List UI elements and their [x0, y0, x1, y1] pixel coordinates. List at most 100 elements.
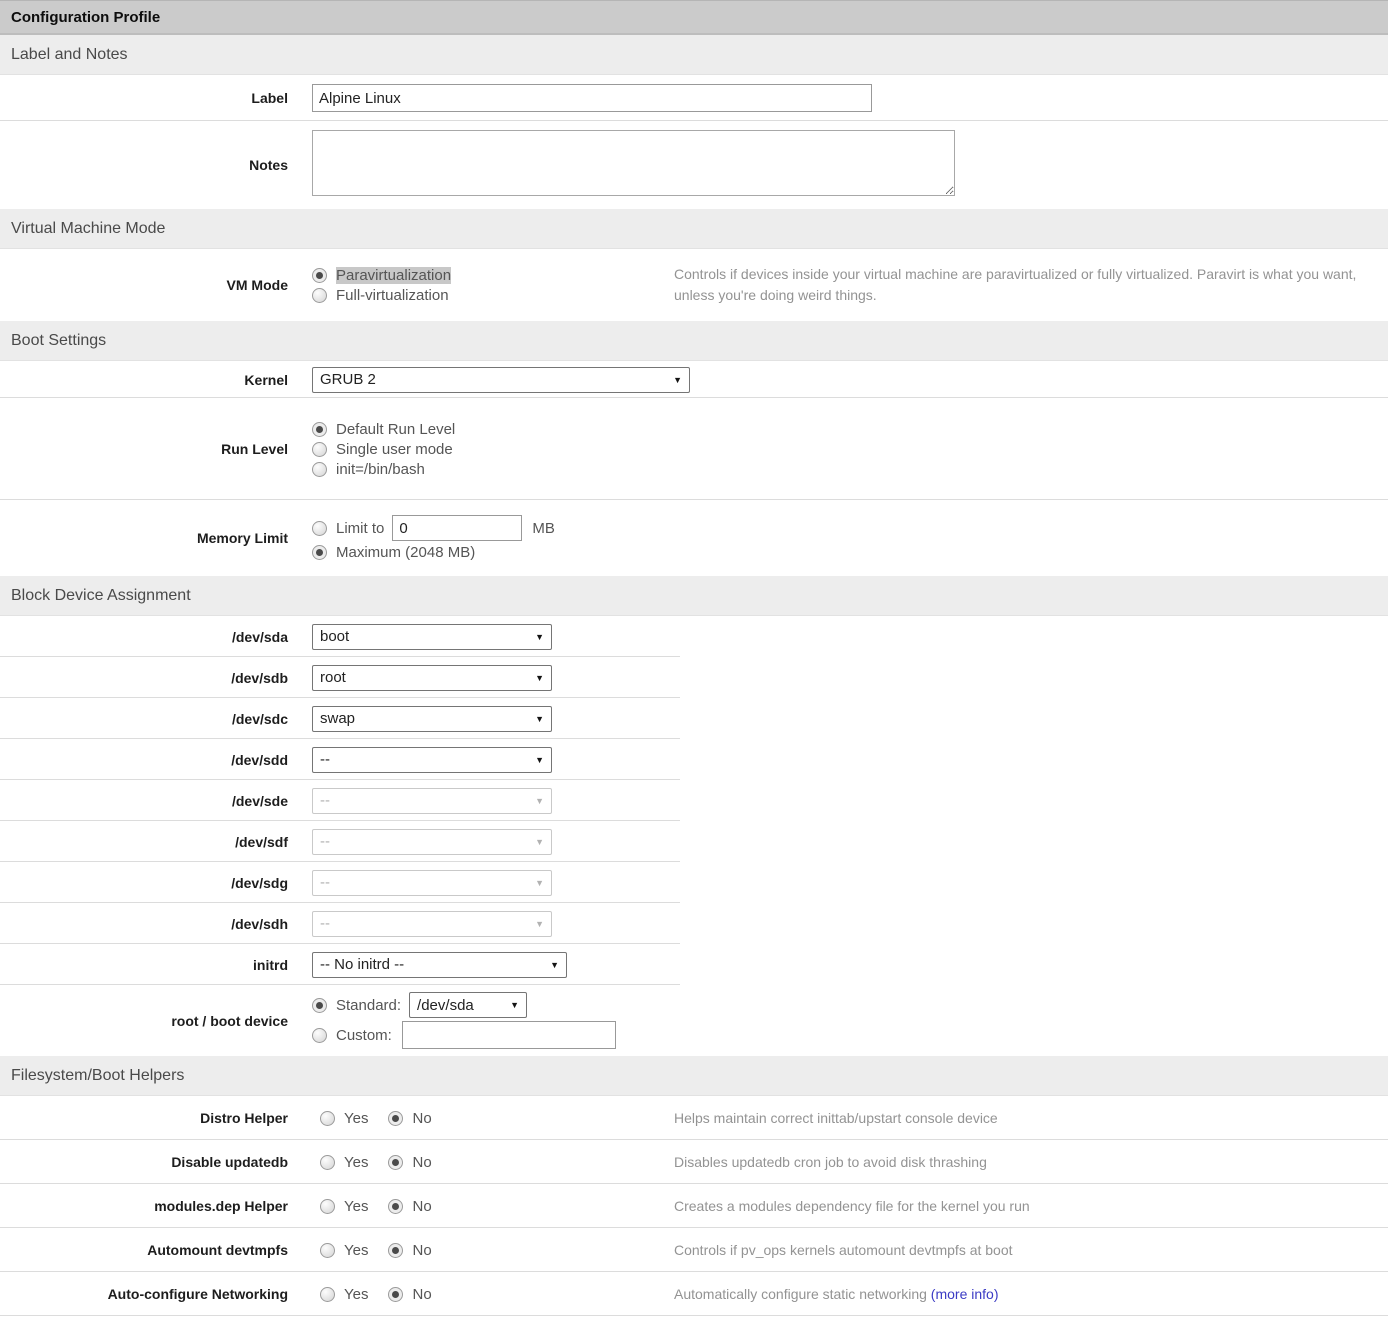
run-level-row: Run Level Default Run Level Single user …	[0, 398, 1388, 500]
dev-sdd-select-value: --	[320, 751, 330, 768]
dev-sde-select-value: --	[320, 792, 330, 809]
chevron-down-icon: ▼	[510, 1000, 519, 1010]
auto-configure-networking-row: Auto-configure Networking Yes No Automat…	[0, 1272, 1388, 1316]
device-label: /dev/sda	[0, 629, 300, 645]
standard-device-radio[interactable]	[312, 998, 327, 1013]
full-virtualization-radio-label[interactable]: Full-virtualization	[336, 287, 449, 304]
single-user-mode-radio-label[interactable]: Single user mode	[336, 441, 453, 458]
device-row-sde: /dev/sde -- ▼	[0, 780, 1388, 821]
section-title: Filesystem/Boot Helpers	[11, 1067, 184, 1085]
auto-networking-no-label[interactable]: No	[412, 1286, 431, 1303]
automount-devtmpfs-no-label[interactable]: No	[412, 1242, 431, 1259]
limit-to-radio[interactable]	[312, 521, 327, 536]
dev-sdg-select: -- ▼	[312, 870, 552, 896]
auto-networking-yes-radio[interactable]	[320, 1287, 335, 1302]
automount-devtmpfs-row: Automount devtmpfs Yes No Controls if pv…	[0, 1228, 1388, 1272]
dev-sdb-select[interactable]: root ▼	[312, 665, 552, 691]
dev-sdg-select-value: --	[320, 874, 330, 891]
chevron-down-icon: ▼	[550, 960, 559, 970]
modules-dep-no-label[interactable]: No	[412, 1198, 431, 1215]
automount-devtmpfs-yes-label[interactable]: Yes	[344, 1242, 368, 1259]
section-title: Label and Notes	[11, 46, 128, 64]
device-label: /dev/sdc	[0, 711, 300, 727]
kernel-select[interactable]: GRUB 2 ▼	[312, 367, 690, 393]
distro-helper-yes-label[interactable]: Yes	[344, 1110, 368, 1127]
dev-sde-select: -- ▼	[312, 788, 552, 814]
distro-helper-no-label[interactable]: No	[412, 1110, 431, 1127]
dev-sdd-select[interactable]: -- ▼	[312, 747, 552, 773]
distro-helper-row: Distro Helper Yes No Helps maintain corr…	[0, 1096, 1388, 1140]
paravirtualization-radio-label[interactable]: Paravirtualization	[336, 267, 451, 284]
dev-sda-select[interactable]: boot ▼	[312, 624, 552, 650]
default-run-level-radio[interactable]	[312, 422, 327, 437]
page-title: Configuration Profile	[11, 9, 160, 26]
limit-to-radio-label[interactable]: Limit to	[336, 520, 384, 537]
chevron-down-icon: ▼	[535, 755, 544, 765]
disable-updatedb-no-radio[interactable]	[388, 1155, 403, 1170]
init-bin-bash-radio-label[interactable]: init=/bin/bash	[336, 461, 425, 478]
auto-networking-yes-label[interactable]: Yes	[344, 1286, 368, 1303]
section-header-label-notes: Label and Notes	[0, 35, 1388, 75]
full-virtualization-radio[interactable]	[312, 288, 327, 303]
default-run-level-radio-label[interactable]: Default Run Level	[336, 421, 455, 438]
dev-sdc-select[interactable]: swap ▼	[312, 706, 552, 732]
dev-sdc-select-value: swap	[320, 710, 355, 727]
custom-device-input[interactable]	[402, 1021, 616, 1049]
automount-devtmpfs-yes-radio[interactable]	[320, 1243, 335, 1258]
label-row: Label	[0, 75, 1388, 121]
device-row-sdb: /dev/sdb root ▼	[0, 657, 1388, 698]
modules-dep-helper-label: modules.dep Helper	[0, 1198, 300, 1214]
page-title-bar: Configuration Profile	[0, 0, 1388, 35]
maximum-memory-radio-label[interactable]: Maximum (2048 MB)	[336, 544, 475, 561]
chevron-down-icon: ▼	[535, 673, 544, 683]
dev-sdh-select-value: --	[320, 915, 330, 932]
distro-helper-label: Distro Helper	[0, 1110, 300, 1126]
maximum-memory-radio[interactable]	[312, 545, 327, 560]
notes-textarea[interactable]	[312, 130, 955, 196]
initrd-select[interactable]: -- No initrd -- ▼	[312, 952, 567, 978]
initrd-row: initrd -- No initrd -- ▼	[0, 944, 1388, 985]
disable-updatedb-yes-radio[interactable]	[320, 1155, 335, 1170]
standard-device-select[interactable]: /dev/sda ▼	[409, 992, 527, 1018]
single-user-mode-radio[interactable]	[312, 442, 327, 457]
section-header-vm-mode: Virtual Machine Mode	[0, 209, 1388, 249]
section-title: Virtual Machine Mode	[11, 220, 165, 238]
label-field-label: Label	[0, 90, 300, 106]
custom-device-radio-label[interactable]: Custom:	[336, 1027, 392, 1044]
modules-dep-helper-row: modules.dep Helper Yes No Creates a modu…	[0, 1184, 1388, 1228]
chevron-down-icon: ▼	[535, 919, 544, 929]
chevron-down-icon: ▼	[673, 375, 682, 385]
auto-networking-help-text: Automatically configure static networkin…	[674, 1284, 1388, 1305]
standard-device-radio-label[interactable]: Standard:	[336, 997, 401, 1014]
label-input[interactable]	[312, 84, 872, 112]
distro-helper-no-radio[interactable]	[388, 1111, 403, 1126]
dev-sda-select-value: boot	[320, 628, 349, 645]
automount-devtmpfs-no-radio[interactable]	[388, 1243, 403, 1258]
auto-networking-no-radio[interactable]	[388, 1287, 403, 1302]
automount-devtmpfs-help-text: Controls if pv_ops kernels automount dev…	[674, 1240, 1388, 1261]
modules-dep-yes-label[interactable]: Yes	[344, 1198, 368, 1215]
section-header-boot-settings: Boot Settings	[0, 321, 1388, 361]
custom-device-radio[interactable]	[312, 1028, 327, 1043]
kernel-row: Kernel GRUB 2 ▼	[0, 361, 1388, 398]
modules-dep-no-radio[interactable]	[388, 1199, 403, 1214]
memory-limit-row: Memory Limit Limit to MB Maximum (2048 M…	[0, 500, 1388, 576]
memory-limit-input[interactable]	[392, 515, 522, 541]
modules-dep-help-text: Creates a modules dependency file for th…	[674, 1196, 1388, 1217]
init-bin-bash-radio[interactable]	[312, 462, 327, 477]
disable-updatedb-yes-label[interactable]: Yes	[344, 1154, 368, 1171]
bottom-whitespace	[0, 1316, 1388, 1335]
device-label: /dev/sde	[0, 793, 300, 809]
paravirtualization-radio[interactable]	[312, 268, 327, 283]
distro-helper-help-text: Helps maintain correct inittab/upstart c…	[674, 1108, 1388, 1129]
notes-field-label: Notes	[0, 157, 300, 173]
modules-dep-yes-radio[interactable]	[320, 1199, 335, 1214]
disable-updatedb-no-label[interactable]: No	[412, 1154, 431, 1171]
notes-row: Notes	[0, 121, 1388, 209]
chevron-down-icon: ▼	[535, 837, 544, 847]
kernel-label: Kernel	[0, 372, 300, 388]
device-label: /dev/sdd	[0, 752, 300, 768]
more-info-link[interactable]: (more info)	[931, 1286, 999, 1302]
kernel-select-value: GRUB 2	[320, 371, 376, 388]
distro-helper-yes-radio[interactable]	[320, 1111, 335, 1126]
